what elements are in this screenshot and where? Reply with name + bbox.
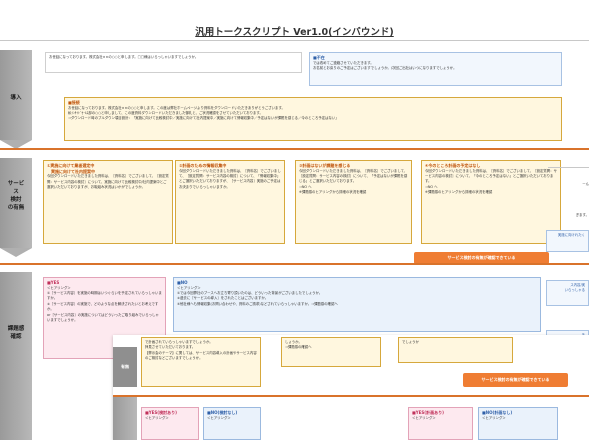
title-underline bbox=[0, 40, 589, 41]
issues-side-label: 課題感 確認 bbox=[7, 326, 25, 340]
overlay-left-text: で計画されていらっしゃいますでしょうか。 拝見させていただいております。 【弊示… bbox=[145, 340, 257, 361]
consider-arrow-tip bbox=[0, 248, 32, 257]
overlay-card-1: ■YES(検討あり) ＜ヒアリング＞ bbox=[141, 407, 199, 440]
yes-text: ＜ヒアリング＞ ①［サービス内容］を実施の時期はいつぐらいを予定されていらっしゃ… bbox=[47, 285, 162, 323]
overlay-card-2: ■NO(検討なし) ＜ヒアリング＞ bbox=[203, 407, 261, 440]
consider-card-2: ②計画のための情報収集中 今回ダウンロードいただきました資料は、［資料名］でござ… bbox=[175, 160, 285, 244]
greeting-text: お世話になっております。株式会社××の○○と申します。□□様はいらっしゃいますで… bbox=[49, 55, 199, 59]
overlay-mid-text: しょうか。 ⇒課題感の確認へ bbox=[285, 340, 312, 350]
connected-text: お世話になっております。株式会社××の○○と申します。この度は弊社ホームページよ… bbox=[68, 105, 339, 121]
absent-box: ■不在 では改めてご連絡させていただきます。 お名前とお戻りのご予定はございます… bbox=[309, 52, 562, 86]
overlay-right-text: でしょうか bbox=[402, 340, 419, 344]
overlay-lower-side-band bbox=[113, 397, 137, 440]
consider-side-label: サービ ス 検討 の有無 bbox=[7, 181, 25, 211]
section-divider-2 bbox=[0, 263, 589, 265]
connected-box: ■接続 お世話になっております。株式会社××の○○と申します。この度は弊社ホーム… bbox=[64, 97, 562, 141]
right-clip-text-c: 実施に向けれたく bbox=[557, 233, 585, 237]
overlay-card-3-text: ＜ヒアリング＞ bbox=[412, 415, 436, 420]
consider-card-3: ③計画はないが課題を感じる 今回ダウンロードいただきました資料は、［資料名］でご… bbox=[295, 160, 412, 244]
consider-card-4-text: 今回ダウンロードいただきました資料は、［資料名］でございまして、［設定質問：サー… bbox=[425, 168, 557, 195]
overlay-card-3: ■YES(計画あり) ＜ヒアリング＞ bbox=[408, 407, 473, 440]
overlay-right-box: でしょうか bbox=[398, 337, 513, 363]
absent-text: では改めてご連絡させていただきます。 お名前とお戻りのご予定はございますでしょう… bbox=[313, 60, 457, 70]
overlay-confirm-pill: サービス検討の有無が確認できている bbox=[463, 373, 568, 387]
overlay-left-box: で計画されていらっしゃいますでしょうか。 拝見させていただいております。 【弊示… bbox=[141, 337, 261, 387]
overlay-card-2-text: ＜ヒアリング＞ bbox=[207, 415, 231, 420]
right-clip-text-b: ぎます。 bbox=[575, 213, 589, 217]
right-clip-box-2: ス内容/実 いらっしゃる bbox=[546, 280, 589, 306]
consider-card-1: ①実施に向けて業者選定中 実施に向けて社内提案中 今回ダウンロードいただきました… bbox=[43, 160, 173, 244]
right-clip-line bbox=[548, 167, 589, 168]
overlay-screenshot: 有無 で計画されていらっしゃいますでしょうか。 拝見させていただいております。 … bbox=[113, 335, 589, 440]
intro-side-label: 導入 bbox=[10, 95, 22, 101]
greeting-box: お世話になっております。株式会社××の○○と申します。□□様はいらっしゃいますで… bbox=[45, 52, 302, 73]
page-title: 汎用トークスクリプト Ver1.0(インバウンド) bbox=[195, 27, 394, 38]
overlay-card-1-text: ＜ヒアリング＞ bbox=[145, 415, 169, 420]
overlay-card-4-text: ＜ヒアリング＞ bbox=[482, 415, 506, 420]
overlay-side-label: 有無 bbox=[121, 364, 129, 369]
consider-card-3-text: 今回ダウンロードいただきました資料は、［資料名］でございまして、［設定質問：サー… bbox=[299, 168, 408, 195]
right-clip-box-1: 実施に向けれたく bbox=[546, 230, 589, 252]
overlay-side-band: 有無 bbox=[113, 347, 137, 387]
overlay-card-4: ■NO(計画なし) ＜ヒアリング＞ bbox=[478, 407, 558, 440]
overlay-divider bbox=[113, 395, 589, 397]
right-clip-text-a: ーん bbox=[582, 182, 589, 186]
right-clip-text-d: ス内容/実 いらっしゃる bbox=[564, 283, 585, 292]
consider-card-4: ④今のところ計画の予定はなし 今回ダウンロードいただきました資料は、［資料名］で… bbox=[421, 160, 561, 244]
issues-side-band bbox=[0, 272, 32, 440]
consider-card-2-text: 今回ダウンロードいただきました資料は、［資料名］でございまして、［設定質問：サー… bbox=[179, 168, 281, 189]
no-text: ＜ヒアリング＞ ①では今回弊社のブースへお立ち寄り頂いたのは、どういった背景がご… bbox=[177, 285, 338, 306]
no-box: ■NO ＜ヒアリング＞ ①では今回弊社のブースへお立ち寄り頂いたのは、どういった… bbox=[173, 277, 541, 332]
section-divider-1 bbox=[0, 148, 589, 150]
consider-card-1-heading: ①実施に向けて業者選定中 実施に向けて社内提案中 bbox=[47, 163, 95, 174]
overlay-mid-box: しょうか。 ⇒課題感の確認へ bbox=[281, 337, 381, 367]
consider-card-1-text: 今回ダウンロードいただきました資料は、［資料名］でございまして、［設定質問：サー… bbox=[47, 174, 169, 189]
